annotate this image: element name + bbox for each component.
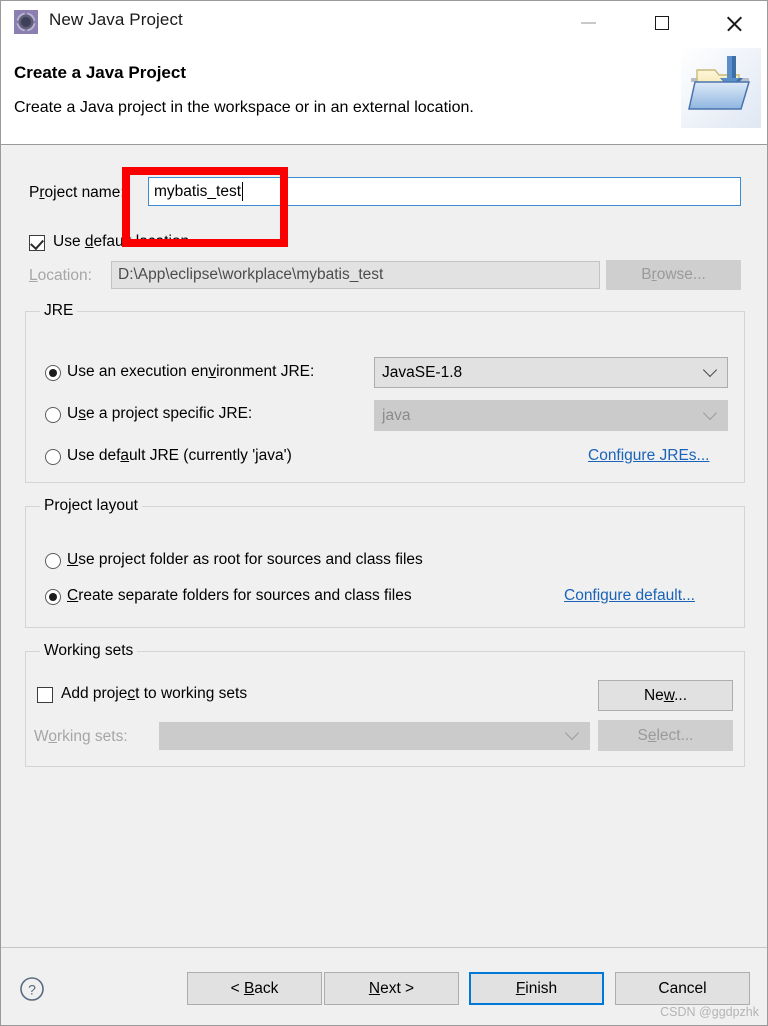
chevron-down-icon — [702, 362, 718, 377]
cancel-button[interactable]: Cancel — [615, 972, 750, 1005]
location-value: D:\App\eclipse\workplace\mybatis_test — [118, 266, 384, 283]
title-bar: New Java Project — [1, 1, 767, 45]
jre-group-title: JRE — [40, 302, 78, 320]
chevron-down-icon — [564, 725, 580, 741]
working-sets-label: Working sets: — [34, 728, 128, 745]
open-folder-java-icon — [681, 48, 761, 128]
radio-default-jre[interactable] — [45, 449, 61, 465]
close-icon — [725, 14, 744, 33]
chevron-down-icon — [702, 405, 718, 420]
watermark: CSDN @ggdpzhk — [660, 1005, 759, 1019]
radio-execution-environment-jre[interactable] — [45, 365, 61, 381]
use-default-location-label[interactable]: Use default location — [53, 233, 189, 251]
minimize-icon — [580, 22, 596, 24]
next-button[interactable]: Next > — [324, 972, 459, 1005]
project-layout-group-title: Project layout — [40, 497, 142, 515]
project-specific-jre-combo: java — [374, 400, 728, 431]
radio-use-project-folder-as-root[interactable] — [45, 553, 61, 569]
location-input: D:\App\eclipse\workplace\mybatis_test — [111, 261, 600, 289]
project-name-label: Project name: — [29, 184, 125, 201]
radio-default-jre-label[interactable]: Use default JRE (currently 'java') — [67, 447, 292, 465]
browse-button: Browse... — [606, 260, 741, 290]
close-button[interactable] — [711, 1, 757, 45]
maximize-icon — [655, 16, 669, 30]
execution-environment-combo[interactable]: JavaSE-1.8 — [374, 357, 728, 388]
working-sets-combo — [159, 722, 590, 750]
radio-create-separate-folders[interactable] — [45, 589, 61, 605]
project-name-value: mybatis_test — [154, 182, 242, 200]
svg-text:?: ? — [28, 982, 36, 998]
text-caret — [242, 182, 244, 201]
add-project-to-working-sets-label[interactable]: Add project to working sets — [61, 685, 247, 703]
configure-jres-link[interactable]: Configure JREs... — [588, 447, 709, 465]
select-working-set-button: Select... — [598, 720, 733, 751]
maximize-button[interactable] — [639, 1, 685, 45]
configure-default-link[interactable]: Configure default... — [564, 587, 695, 605]
page-title: Create a Java Project — [14, 63, 186, 82]
project-specific-jre-value: java — [382, 406, 411, 424]
radio-use-project-folder-as-root-label[interactable]: Use project folder as root for sources a… — [67, 551, 423, 569]
page-description: Create a Java project in the workspace o… — [14, 99, 474, 116]
new-working-set-button[interactable]: New... — [598, 680, 733, 711]
radio-execution-environment-jre-label[interactable]: Use an execution environment JRE: — [67, 363, 314, 381]
window-title: New Java Project — [49, 10, 183, 29]
wizard-header: Create a Java Project Create a Java proj… — [1, 45, 767, 145]
use-default-location-checkbox[interactable] — [29, 235, 45, 251]
working-sets-group-title: Working sets — [40, 642, 138, 660]
radio-project-specific-jre[interactable] — [45, 407, 61, 423]
finish-button[interactable]: Finish — [469, 972, 604, 1005]
add-project-to-working-sets-checkbox[interactable] — [37, 687, 53, 703]
execution-environment-value: JavaSE-1.8 — [382, 363, 463, 381]
java-project-wizard-icon — [13, 9, 39, 35]
minimize-button[interactable] — [565, 1, 611, 45]
back-button[interactable]: < Back — [187, 972, 322, 1005]
help-question-icon[interactable]: ? — [19, 976, 45, 1002]
radio-create-separate-folders-label[interactable]: Create separate folders for sources and … — [67, 587, 412, 605]
project-name-input[interactable]: mybatis_test — [148, 177, 741, 206]
location-label: Location: — [29, 267, 92, 284]
new-java-project-dialog: New Java Project Create a Java Project C… — [0, 0, 768, 1026]
radio-project-specific-jre-label[interactable]: Use a project specific JRE: — [67, 405, 252, 423]
